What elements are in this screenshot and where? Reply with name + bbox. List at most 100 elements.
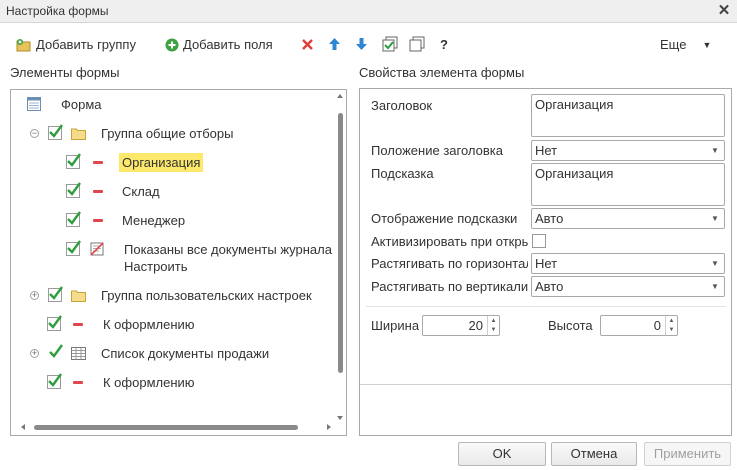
width-label: Ширина — [371, 318, 420, 333]
height-label: Высота — [548, 318, 593, 333]
checkbox[interactable] — [48, 286, 63, 302]
tree-item-sublabel: Настроить — [124, 259, 188, 274]
tree-item-label: Список документы продажи — [101, 345, 270, 361]
header-position-label: Положение заголовка — [371, 143, 503, 158]
spin-arrows-icon[interactable]: ▲ ▼ — [487, 316, 499, 335]
tree-item-label: Группа пользовательских настроек — [101, 287, 312, 303]
ok-button[interactable]: OK — [458, 442, 546, 466]
chevron-down-icon: ▼ — [702, 39, 712, 50]
checkbox[interactable] — [47, 315, 62, 331]
tree-item-label: Менеджер — [122, 212, 186, 228]
vertical-scrollbar[interactable] — [335, 93, 345, 421]
checkbox[interactable] — [66, 182, 81, 198]
tree-item-sales-documents-list[interactable]: + Список документы продажи — [30, 343, 269, 363]
tree-item-group-filters[interactable]: − Группа общие отборы — [30, 123, 233, 143]
dropdown-arrow-icon[interactable]: ▼ — [706, 254, 724, 273]
height-value: 0 — [653, 318, 661, 333]
check-mark-icon[interactable] — [48, 344, 63, 360]
form-icon — [27, 97, 41, 111]
field-icon — [73, 380, 83, 384]
dropdown-arrow-icon[interactable]: ▼ — [706, 277, 724, 296]
check-all-icon[interactable] — [382, 36, 398, 52]
field-icon — [73, 322, 83, 326]
collapse-icon[interactable]: − — [30, 128, 39, 138]
checkbox[interactable] — [66, 153, 81, 169]
hint-display-select[interactable]: Авто ▼ — [531, 208, 725, 229]
delete-icon[interactable] — [301, 38, 314, 51]
tree-item-label: Показаны все документы журнала — [124, 241, 332, 257]
divider — [360, 384, 731, 385]
tree-item-label: К оформлению — [103, 316, 195, 332]
element-properties-title: Свойства элемента формы — [359, 65, 525, 80]
expand-icon[interactable]: + — [30, 290, 39, 300]
horizontal-stretch-select[interactable]: Нет ▼ — [531, 253, 725, 274]
window-title: Настройка формы — [6, 4, 109, 18]
header-label: Заголовок — [371, 98, 433, 113]
height-stepper[interactable]: 0 ▲ ▼ — [600, 315, 678, 336]
checkbox[interactable] — [66, 211, 81, 227]
hint-field[interactable]: Организация — [531, 163, 725, 206]
more-label: Еще — [660, 37, 687, 52]
field-icon — [93, 160, 103, 164]
vertical-stretch-label: Растягивать по вертикали — [371, 279, 528, 294]
header-position-value: Нет — [535, 143, 558, 158]
more-button[interactable]: Еще ▼ — [660, 37, 711, 52]
hint-value: Организация — [535, 166, 614, 181]
field-icon — [93, 189, 103, 193]
vertical-stretch-select[interactable]: Авто ▼ — [531, 276, 725, 297]
checkbox[interactable] — [66, 240, 81, 256]
folder-icon — [71, 289, 87, 302]
tree-item-to-processing-2[interactable]: К оформлению — [47, 372, 195, 392]
tree-item-form[interactable]: Форма — [27, 94, 102, 114]
horizontal-stretch-value: Нет — [535, 256, 558, 271]
tree-item-label: Склад — [122, 183, 160, 199]
form-elements-title: Элементы формы — [10, 65, 120, 80]
tree-item-user-settings-group[interactable]: + Группа пользовательских настроек — [30, 285, 312, 305]
tree-item-label: К оформлению — [103, 374, 195, 390]
cancel-button[interactable]: Отмена — [551, 442, 637, 466]
close-icon[interactable]: ✕ — [715, 1, 733, 21]
header-position-select[interactable]: Нет ▼ — [531, 140, 725, 161]
tree-item-all-documents[interactable]: Показаны все документы журнала — [66, 239, 332, 259]
checkbox[interactable] — [47, 373, 62, 389]
folder-add-icon — [16, 38, 32, 52]
decoration-icon — [90, 242, 104, 256]
add-group-button[interactable]: Добавить группу — [16, 37, 136, 52]
spin-arrows-icon[interactable]: ▲ ▼ — [665, 316, 677, 335]
horizontal-scrollbar[interactable] — [20, 421, 332, 433]
tree-item-to-processing[interactable]: К оформлению — [47, 314, 195, 334]
activate-label: Активизировать при откры — [371, 234, 528, 249]
add-fields-button[interactable]: Добавить поля — [165, 37, 273, 52]
horizontal-stretch-label: Растягивать по горизонтал — [371, 256, 528, 271]
move-down-icon[interactable] — [355, 37, 368, 51]
activate-checkbox[interactable] — [532, 234, 546, 248]
add-fields-label: Добавить поля — [183, 37, 273, 52]
add-group-label: Добавить группу — [36, 37, 136, 52]
header-value: Организация — [535, 97, 614, 112]
width-value: 20 — [468, 318, 483, 333]
help-button[interactable]: ? — [440, 37, 448, 52]
hint-display-value: Авто — [535, 211, 564, 226]
tree-item-manager[interactable]: Менеджер — [66, 210, 185, 230]
width-stepper[interactable]: 20 ▲ ▼ — [422, 315, 500, 336]
checkbox[interactable] — [48, 124, 63, 140]
folder-icon — [71, 127, 87, 140]
header-field[interactable]: Организация — [531, 94, 725, 137]
vertical-stretch-value: Авто — [535, 279, 564, 294]
dropdown-arrow-icon[interactable]: ▼ — [706, 209, 724, 228]
tree-item-warehouse[interactable]: Склад — [66, 181, 160, 201]
move-up-icon[interactable] — [328, 37, 341, 51]
tree-item-label: Группа общие отборы — [101, 125, 234, 141]
dropdown-arrow-icon[interactable]: ▼ — [706, 141, 724, 160]
title-bar — [0, 0, 737, 23]
add-circle-icon — [165, 38, 179, 52]
tree-item-label: Форма — [61, 96, 102, 112]
table-icon — [71, 346, 86, 360]
hint-display-label: Отображение подсказки — [371, 211, 518, 226]
divider — [366, 306, 726, 307]
tree-item-organization[interactable]: Организация — [66, 152, 204, 172]
uncheck-all-icon[interactable] — [409, 36, 425, 52]
expand-icon[interactable]: + — [30, 348, 39, 358]
field-icon — [93, 218, 103, 222]
apply-button[interactable]: Применить — [644, 442, 731, 466]
